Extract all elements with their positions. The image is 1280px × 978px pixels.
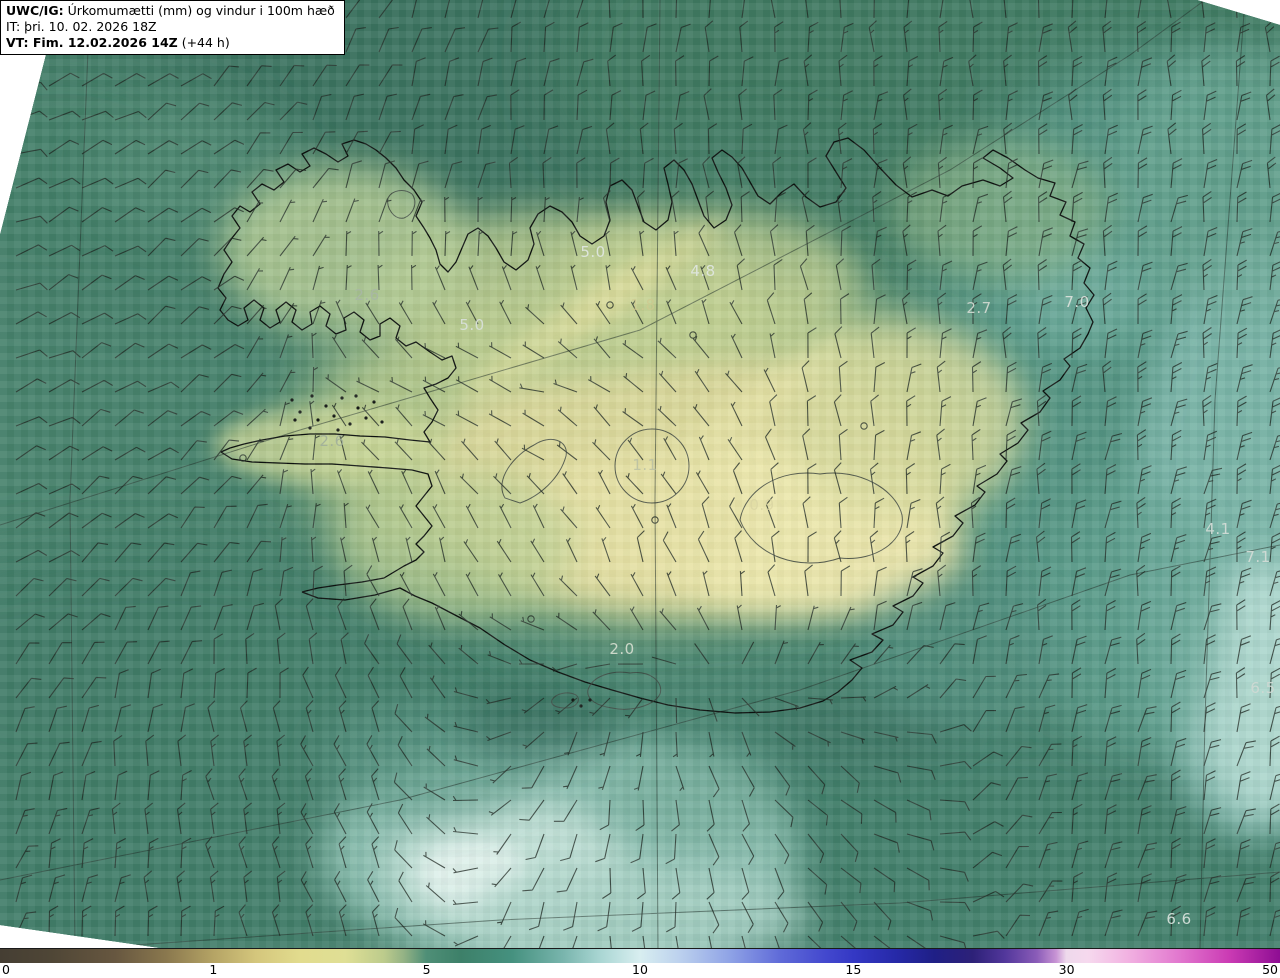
field-patches-layer	[0, 0, 1280, 948]
colorbar-tick: 15	[845, 962, 862, 977]
islet-dot	[380, 420, 384, 424]
islet-dot	[588, 698, 592, 702]
colorbar-tick: 0	[2, 962, 10, 977]
islet-dot	[354, 394, 358, 398]
colorbar-tick: 50	[1262, 962, 1278, 977]
weather-chart-page: { "header": { "line1_bold": "UWC/IG:", "…	[0, 0, 1280, 978]
title-line-product: UWC/IG: Úrkomumætti (mm) og vindur i 100…	[6, 3, 335, 19]
product-id: UWC/IG:	[6, 3, 64, 18]
init-time-line: IT: þri. 10. 02. 2026 18Z	[6, 19, 157, 34]
product-description: Úrkomumætti (mm) og vindur i 100m hæð	[63, 3, 335, 18]
islet-dot	[348, 422, 352, 426]
islet-dot	[298, 410, 302, 414]
islet-dot	[316, 418, 320, 422]
field-patch	[890, 140, 1110, 280]
valid-time-line: VT: Fim. 12.02.2026 14Z (+44 h)	[6, 35, 335, 51]
colorbar-tick-row: 0 1 5 10 15 30 50	[0, 962, 1280, 978]
forecast-lead: (+44 h)	[177, 35, 230, 50]
colorbar-tick: 30	[1058, 962, 1075, 977]
colorbar-tick: 1	[209, 962, 218, 977]
islet-dot	[290, 398, 294, 402]
islet-dot	[372, 400, 376, 404]
islet-dot	[356, 406, 360, 410]
islet-dot	[293, 418, 297, 422]
field-patch	[460, 685, 620, 765]
precipitation-field	[0, 0, 1280, 948]
colorbar-tick: 10	[632, 962, 648, 977]
field-patch	[220, 165, 470, 335]
colorbar-tick: 5	[422, 962, 431, 977]
title-box: UWC/IG: Úrkomumætti (mm) og vindur i 100…	[0, 0, 345, 55]
field-patch	[215, 407, 445, 483]
islet-dot	[324, 404, 328, 408]
field-patch	[610, 740, 790, 840]
islet-dot	[310, 394, 314, 398]
valid-time: VT: Fim. 12.02.2026 14Z	[6, 35, 178, 50]
islet-dot	[308, 426, 312, 430]
map-canvas: 5.0 4.8 2.6 1.8 5.0 2.7 7.0 2.6 1.1 0.9 4.1 7.1 6.5 2…	[0, 0, 1280, 948]
islet-dot	[332, 414, 336, 418]
islet-dot	[336, 428, 340, 432]
islet-dot	[364, 416, 368, 420]
islet-dot	[579, 704, 583, 708]
field-patch	[1040, 480, 1220, 760]
islet-dot	[340, 396, 344, 400]
colorbar	[0, 948, 1280, 963]
